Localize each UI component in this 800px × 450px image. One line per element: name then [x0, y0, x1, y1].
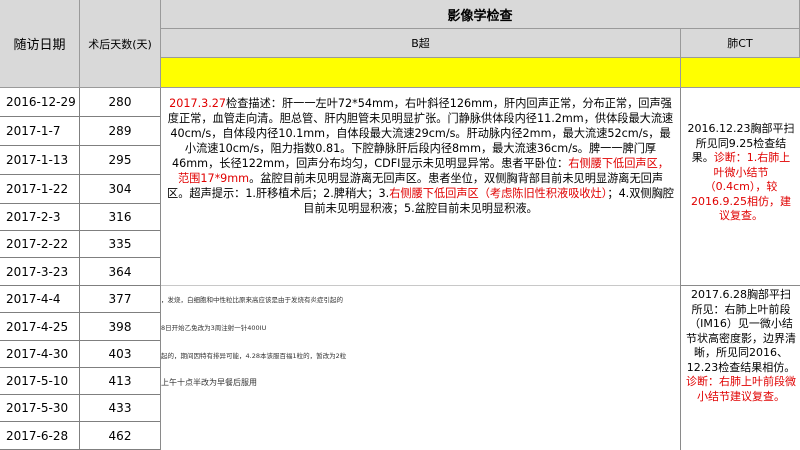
section-title: 影像学检查	[447, 8, 513, 24]
row-days-11: 413	[80, 368, 161, 395]
yellow-band	[161, 58, 800, 88]
row-date-4: 2017-1-22	[0, 175, 80, 204]
subheader-bchao-cell: B超	[161, 29, 681, 58]
row-days-4: 304	[80, 175, 161, 204]
row-days-5: 316	[80, 204, 161, 231]
row-days-2: 289	[80, 117, 161, 146]
row-date-7: 2017-3-23	[0, 258, 80, 286]
row-date-5: 2017-2-3	[0, 204, 80, 231]
row-days-9: 398	[80, 313, 161, 341]
row-date-12: 2017-5-30	[0, 395, 80, 422]
header-days: 术后天数(天)	[80, 0, 161, 88]
note-2: 8日开始乙免改为3周注射一针400IU	[161, 324, 267, 332]
bchao-date: 2017.3.27	[169, 97, 227, 110]
grid-line	[161, 285, 680, 286]
yellow-band-divider	[680, 58, 681, 88]
grid-line	[680, 88, 681, 450]
row-date-13: 2017-6-28	[0, 422, 80, 450]
bchao-report-text: 2017.3.27检查描述：肝一一左叶72*54mm，右叶斜径126mm，肝内回…	[167, 96, 674, 216]
row-days-7: 364	[80, 258, 161, 286]
ct-report-cell-2: 2017.6.28胸部平扫所见：右肺上叶前段（IM16）见一微小结节状高密度影，…	[682, 288, 800, 450]
grid-line	[681, 285, 800, 286]
note-4: 上午十点半改为早餐后服用	[161, 378, 257, 387]
subheader-ct-cell: 肺CT	[681, 29, 800, 58]
ct-finding-2: 2017.6.28胸部平扫所见：右肺上叶前段（IM16）见一微小结节状高密度影，…	[686, 288, 796, 374]
note-3: 起的，期间因特有排异可能，4.28本该服百福1粒的，暂改为2粒	[161, 352, 347, 360]
row-days-6: 335	[80, 231, 161, 258]
bchao-finding-2: 右侧腰下低回声区（考虑陈旧性积液吸收灶）	[389, 187, 608, 200]
subheader-bchao: B超	[411, 37, 430, 50]
row-date-3: 2017-1-13	[0, 146, 80, 175]
note-1: ，发烧，白细胞和中性粒比原来高应该是由于发烧有炎症引起的	[161, 296, 343, 304]
ct-report-text-2: 2017.6.28胸部平扫所见：右肺上叶前段（IM16）见一微小结节状高密度影，…	[686, 288, 796, 404]
row-days-13: 462	[80, 422, 161, 450]
header-date: 随访日期	[0, 0, 80, 88]
row-date-9: 2017-4-25	[0, 313, 80, 341]
row-date-8: 2017-4-4	[0, 286, 80, 313]
row-date-10: 2017-4-30	[0, 341, 80, 368]
bchao-report-cell: 2017.3.27检查描述：肝一一左叶72*54mm，右叶斜径126mm，肝内回…	[161, 88, 680, 285]
column-header-date: 随访日期	[13, 38, 66, 53]
row-date-2: 2017-1-7	[0, 117, 80, 146]
ct-report-cell-1: 2016.12.23胸部平扫所见同9.25检查结果。诊断：1.右肺上叶微小结节（…	[682, 120, 800, 280]
section-title-cell: 影像学检查	[161, 0, 800, 29]
column-header-days: 术后天数(天)	[88, 37, 152, 51]
row-days-3: 295	[80, 146, 161, 175]
row-days-8: 377	[80, 286, 161, 313]
subheader-ct: 肺CT	[727, 37, 753, 50]
row-date-11: 2017-5-10	[0, 368, 80, 395]
row-days-1: 280	[80, 88, 161, 117]
row-date-6: 2017-2-22	[0, 231, 80, 258]
row-days-10: 403	[80, 341, 161, 368]
row-date-1: 2016-12-29	[0, 88, 80, 117]
ct-report-text-1: 2016.12.23胸部平扫所见同9.25检查结果。诊断：1.右肺上叶微小结节（…	[687, 122, 795, 224]
row-days-12: 433	[80, 395, 161, 422]
ct-diagnosis-2: 诊断：右肺上叶前段微小结节建议复查。	[686, 375, 796, 403]
